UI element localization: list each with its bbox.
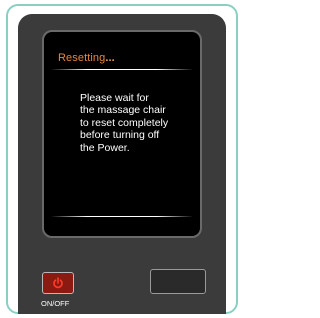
title-divider [52, 69, 192, 70]
power-icon [53, 277, 63, 289]
power-button-label: ON/OFF [41, 299, 70, 308]
message-line: Please wait for [80, 92, 149, 104]
message-line: the Power. [80, 141, 130, 154]
remote-controller: Resetting... Please wait for the massage… [18, 14, 226, 314]
display-screen: Resetting... Please wait for the massage… [52, 40, 192, 228]
power-button[interactable] [42, 272, 74, 294]
screen-title-text: Resetting [58, 52, 106, 64]
blank-button[interactable] [150, 269, 206, 294]
message-line: the massage chair [80, 104, 166, 117]
screen-title-ellipsis: ... [105, 52, 115, 64]
screen-title: Resetting... [58, 52, 115, 64]
message-line: to reset completely [80, 116, 169, 129]
bottom-divider [52, 216, 192, 217]
message-line: before turning off [80, 129, 160, 142]
reset-message: Please wait for the massage chair to res… [80, 92, 188, 154]
display-bezel: Resetting... Please wait for the massage… [42, 30, 202, 238]
